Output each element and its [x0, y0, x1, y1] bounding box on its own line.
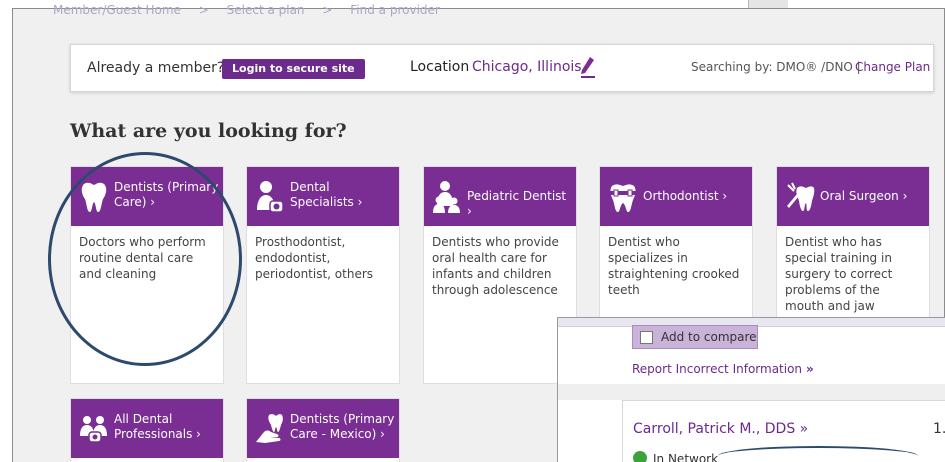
- card-header[interactable]: All Dental Professionals ›: [71, 399, 223, 458]
- category-card-all-dental-professionals[interactable]: All Dental Professionals ›: [70, 398, 224, 462]
- card-description: Dentist who has special training in surg…: [785, 235, 893, 313]
- breadcrumb-find-provider: Find a provider: [350, 3, 440, 17]
- card-header[interactable]: Dentists (Primary Care - Mexico) ›: [247, 399, 399, 458]
- compare-checkbox[interactable]: [640, 331, 653, 344]
- card-header[interactable]: Dental Specialists ›: [247, 167, 399, 226]
- annotation-circle: [48, 152, 242, 366]
- provider-result-overlay: Add to compare Report Incorrect Informat…: [557, 317, 945, 462]
- card-header[interactable]: Oral Surgeon ›: [777, 167, 929, 226]
- card-description: Dentist who specializes in straightening…: [608, 235, 740, 297]
- provider-name-link[interactable]: Carroll, Patrick M., DDS »: [633, 421, 808, 437]
- dental-specialist-icon: [257, 181, 284, 213]
- network-status: In Network: [633, 451, 718, 462]
- group-icon: [80, 416, 107, 443]
- card-title[interactable]: Dentists (Primary Care - Mexico) ›: [290, 412, 395, 442]
- surgical-tooth-icon: [787, 182, 815, 211]
- card-description: Prosthodontist, endodontist, periodontis…: [255, 235, 374, 281]
- report-link-text[interactable]: Report Incorrect Information: [632, 362, 802, 376]
- breadcrumb-select-plan[interactable]: Select a plan: [227, 3, 305, 17]
- change-plan-link[interactable]: Change Plan: [855, 60, 930, 74]
- network-status-label: In Network: [653, 452, 719, 462]
- card-header[interactable]: Orthodontist ›: [600, 167, 752, 226]
- hand-tooth-icon: [256, 414, 283, 443]
- category-card-pediatric-dentist[interactable]: Pediatric Dentist › Dentists who provide…: [423, 166, 577, 384]
- breadcrumb-separator: >: [198, 3, 209, 17]
- add-to-compare-button[interactable]: Add to compare: [632, 325, 758, 349]
- breadcrumb-separator: >: [322, 3, 333, 17]
- compare-label: Add to compare: [661, 330, 757, 344]
- card-title[interactable]: Orthodontist ›: [643, 189, 748, 204]
- searching-by-text: Searching by: DMO® /DNO |: [691, 60, 861, 74]
- card-title[interactable]: All Dental Professionals ›: [114, 412, 219, 442]
- page-heading: What are you looking for?: [70, 120, 347, 142]
- location-value-link[interactable]: Chicago, Illinois: [472, 59, 582, 75]
- edit-pencil-icon[interactable]: [579, 55, 597, 79]
- card-header[interactable]: Pediatric Dentist ›: [424, 167, 576, 226]
- breadcrumb-home[interactable]: Member/Guest Home: [53, 3, 181, 17]
- annotation-curve: [718, 446, 918, 462]
- braces-tooth-icon: [610, 184, 636, 212]
- card-title[interactable]: Dental Specialists ›: [290, 180, 395, 210]
- report-incorrect-link[interactable]: Report Incorrect Information »: [632, 362, 814, 376]
- login-button[interactable]: Login to secure site: [222, 59, 365, 79]
- family-icon: [433, 181, 460, 213]
- card-description: Dentists who provide oral health care fo…: [432, 235, 559, 297]
- breadcrumb: Member/Guest Home > Select a plan > Find…: [53, 3, 454, 17]
- location-label: Location: [410, 59, 470, 75]
- category-card-dental-specialists[interactable]: Dental Specialists › Prosthodontist, end…: [246, 166, 400, 384]
- category-card-primary-care-mexico[interactable]: Dentists (Primary Care - Mexico) ›: [246, 398, 400, 462]
- double-chevron-icon: »: [806, 362, 814, 376]
- already-member-text: Already a member?: [87, 60, 225, 76]
- card-title[interactable]: Oral Surgeon ›: [820, 189, 925, 204]
- member-bar: Already a member? Login to secure site L…: [70, 44, 934, 92]
- results-separator: [558, 384, 945, 400]
- screenshot-page: Member/Guest Home > Select a plan > Find…: [0, 0, 945, 462]
- result-number: 1.: [933, 421, 945, 437]
- card-title[interactable]: Pediatric Dentist ›: [467, 189, 572, 219]
- check-circle-icon: [633, 451, 647, 462]
